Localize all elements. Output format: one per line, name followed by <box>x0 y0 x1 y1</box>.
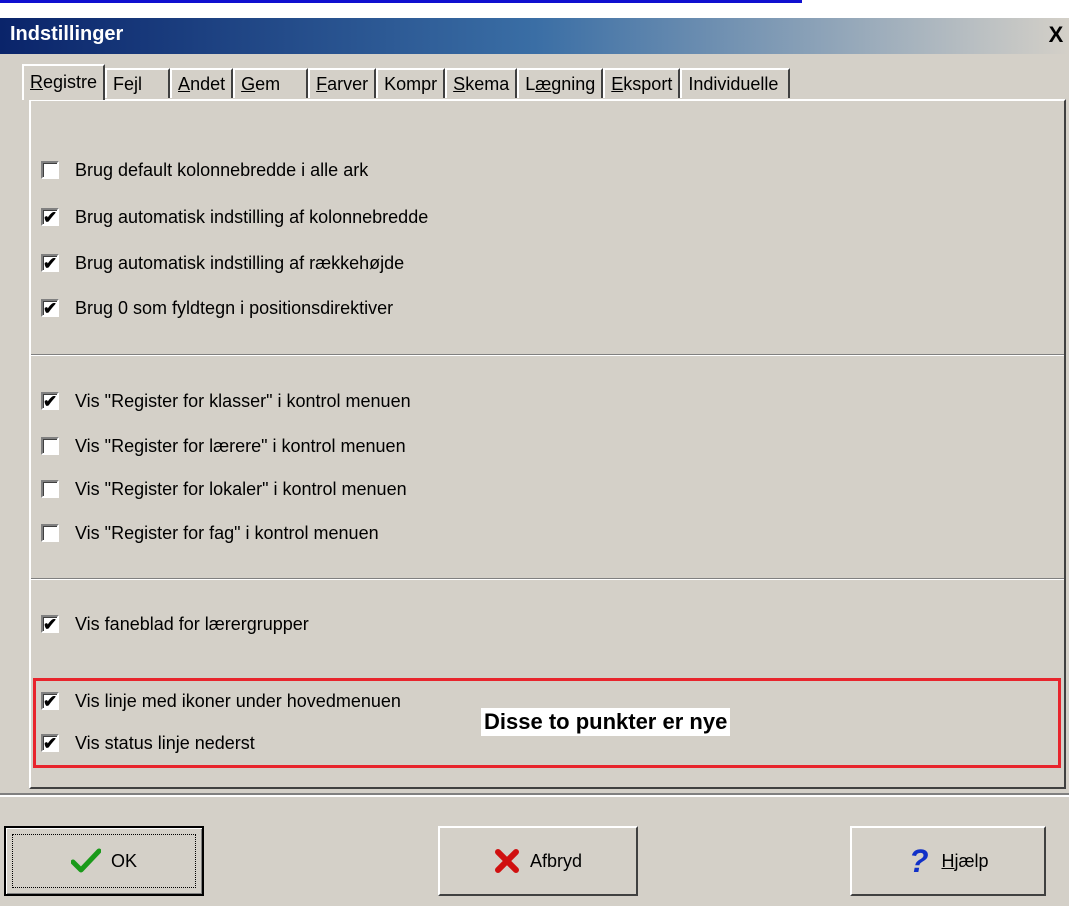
option-register-klasser[interactable]: ✔ Vis "Register for klasser" i kontrol m… <box>41 388 411 414</box>
option-auto-row-height[interactable]: ✔ Brug automatisk indstilling af rækkehø… <box>41 250 404 276</box>
top-blue-line <box>0 0 802 3</box>
separator <box>31 354 1064 356</box>
option-label: Brug 0 som fyldtegn i positionsdirektive… <box>75 297 394 318</box>
option-label: Vis linje med ikoner under hovedmenuen <box>75 690 401 711</box>
cancel-label: Afbryd <box>529 850 583 871</box>
option-zero-fill[interactable]: ✔ Brug 0 som fyldtegn i positionsdirekti… <box>41 295 393 321</box>
checkbox[interactable] <box>41 437 59 455</box>
red-x-icon <box>494 848 520 874</box>
tab-individuelle[interactable]: Individuelle <box>680 68 791 98</box>
option-status-line[interactable]: ✔ Vis status linje nederst <box>41 730 255 756</box>
checkbox[interactable] <box>41 161 59 179</box>
option-faneblad-laerergrupper[interactable]: ✔ Vis faneblad for lærergrupper <box>41 611 309 637</box>
annotation-note: Disse to punkter er nye <box>481 708 731 736</box>
tab-farver[interactable]: Farver <box>308 68 377 98</box>
option-icon-line[interactable]: ✔ Vis linje med ikoner under hovedmenuen <box>41 688 401 714</box>
checkbox[interactable]: ✔ <box>41 615 59 633</box>
checkbox[interactable]: ✔ <box>41 392 59 410</box>
ok-button[interactable]: OK <box>4 826 204 896</box>
option-label: Vis status linje nederst <box>75 732 255 753</box>
tab-eksport[interactable]: Eksport <box>603 68 681 98</box>
tab-kompr[interactable]: Kompr <box>376 68 446 98</box>
option-label: Vis "Register for klasser" i kontrol men… <box>75 390 411 411</box>
separator <box>31 578 1064 580</box>
tab-skema[interactable]: Skema <box>445 68 518 98</box>
option-register-lokaler[interactable]: Vis "Register for lokaler" i kontrol men… <box>41 476 407 502</box>
option-label: Brug default kolonnebredde i alle ark <box>75 159 369 180</box>
close-button[interactable]: X <box>1045 22 1067 48</box>
option-default-column-width[interactable]: Brug default kolonnebredde i alle ark <box>41 157 368 183</box>
option-label: Vis "Register for fag" i kontrol menuen <box>75 522 379 543</box>
dialog-title: Indstillinger <box>10 23 124 45</box>
option-label: Vis "Register for lokaler" i kontrol men… <box>75 478 407 499</box>
settings-dialog: Indstillinger X Registre Fejl Andet Gem … <box>0 18 1069 906</box>
cancel-button[interactable]: Afbryd <box>438 826 638 896</box>
help-button[interactable]: ? Hjælp <box>850 826 1046 896</box>
tab-fejl[interactable]: Fejl <box>105 68 171 98</box>
checkbox[interactable] <box>41 480 59 498</box>
option-label: Vis "Register for lærere" i kontrol menu… <box>75 435 406 456</box>
checkbox[interactable]: ✔ <box>41 254 59 272</box>
option-register-laerere[interactable]: Vis "Register for lærere" i kontrol menu… <box>41 433 406 459</box>
title-bar: Indstillinger X <box>0 18 1069 54</box>
tab-laegning[interactable]: Lægning <box>517 68 604 98</box>
question-mark-icon: ? <box>907 846 931 876</box>
checkbox[interactable]: ✔ <box>41 692 59 710</box>
checkbox[interactable]: ✔ <box>41 208 59 226</box>
checkbox[interactable]: ✔ <box>41 734 59 752</box>
tab-panel-registre: Brug default kolonnebredde i alle ark ✔ … <box>29 99 1066 789</box>
help-label: Hjælp <box>941 850 989 871</box>
svg-text:?: ? <box>909 846 929 876</box>
checkbox[interactable] <box>41 524 59 542</box>
checkbox[interactable]: ✔ <box>41 299 59 317</box>
option-register-fag[interactable]: Vis "Register for fag" i kontrol menuen <box>41 520 379 546</box>
tab-strip: Registre Fejl Andet Gem Farver Kompr Ske… <box>22 64 791 100</box>
bottom-separator <box>0 793 1069 797</box>
focus-rect <box>12 834 196 888</box>
tab-registre[interactable]: Registre <box>22 64 106 100</box>
option-label: Vis faneblad for lærergrupper <box>75 613 309 634</box>
option-auto-column-width[interactable]: ✔ Brug automatisk indstilling af kolonne… <box>41 204 428 230</box>
tab-gem[interactable]: Gem <box>233 68 309 98</box>
option-label: Brug automatisk indstilling af kolonnebr… <box>75 206 429 227</box>
tab-andet[interactable]: Andet <box>170 68 234 98</box>
option-label: Brug automatisk indstilling af rækkehøjd… <box>75 252 405 273</box>
